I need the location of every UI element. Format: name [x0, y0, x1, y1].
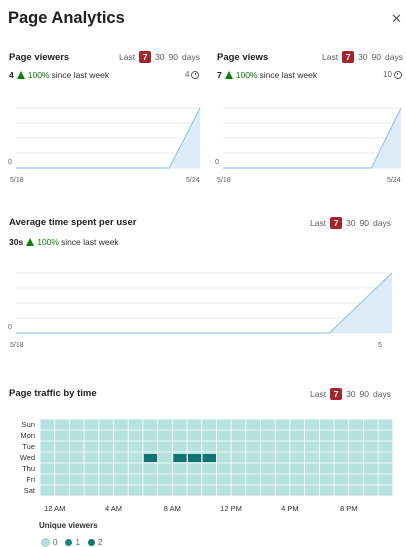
traffic-heatmap: Sun Mon Tue Wed Thu Fri Sat 12 AM 4 AM 8 AM 12 PM 4…: [20, 418, 394, 513]
x-tick-label: 5/24: [387, 177, 401, 184]
views-since: since last week: [259, 70, 318, 80]
legend-item-1: 1: [65, 538, 80, 547]
range-suffix: days: [373, 218, 391, 228]
legend-swatch: [41, 538, 50, 547]
avgtime-chart: 0 5/18 5: [8, 272, 393, 349]
heatmap-cell: [173, 454, 187, 462]
views-count: 10: [383, 70, 402, 79]
day-label: Sun: [22, 420, 35, 429]
hour-label: 8 PM: [340, 504, 358, 513]
range-prefix: Last: [310, 389, 327, 399]
range-prefix: Last: [322, 52, 339, 62]
viewers-stat: 4 100% since last week: [9, 70, 109, 80]
legend-label: 2: [97, 538, 103, 547]
day-label: Mon: [20, 431, 35, 440]
viewers-since: since last week: [51, 70, 110, 80]
viewers-pct: 100%: [27, 70, 50, 80]
views-chart: 0 5/18 5/24: [215, 107, 402, 184]
avgtime-value: 30s: [9, 237, 24, 247]
range-30-button[interactable]: 30: [155, 52, 164, 62]
range-7-button[interactable]: 7: [342, 51, 355, 63]
heatmap-cell: [188, 454, 202, 462]
range-suffix: days: [373, 389, 391, 399]
range-30-button[interactable]: 30: [346, 218, 355, 228]
heatmap-cell: [202, 454, 217, 462]
viewers-title: Page viewers: [9, 52, 70, 63]
legend-swatch: [65, 539, 73, 546]
range-7-button[interactable]: 7: [330, 217, 343, 229]
legend: 0 1 2: [41, 538, 102, 547]
day-label: Fri: [26, 475, 35, 484]
legend-item-0: 0: [41, 538, 57, 547]
range-30-button[interactable]: 30: [346, 389, 355, 399]
views-range: Last 7 30 90 days: [322, 51, 403, 63]
day-label: Sat: [24, 486, 36, 495]
traffic-range: Last 7 30 90 days: [310, 388, 391, 400]
y-tick-label: 0: [8, 324, 12, 331]
viewers-range: Last 7 30 90 days: [119, 51, 200, 63]
legend-item-2: 2: [87, 538, 103, 547]
hour-label: 4 PM: [281, 504, 299, 513]
y-tick-label: 0: [8, 159, 12, 166]
x-tick-label: 5/18: [217, 177, 231, 184]
range-90-button[interactable]: 90: [169, 52, 178, 62]
range-90-button[interactable]: 90: [360, 218, 369, 228]
hour-label: 12 PM: [220, 504, 242, 513]
legend-title: Unique viewers: [39, 521, 98, 530]
day-label: Thu: [22, 464, 35, 473]
viewers-chart: 0 5/18 5/24: [8, 107, 201, 184]
day-label: Wed: [20, 453, 35, 462]
hour-label: 4 AM: [105, 504, 122, 513]
range-7-button[interactable]: 7: [330, 388, 343, 400]
viewers-value: 4: [9, 70, 14, 80]
traffic-title: Page traffic by time: [9, 388, 97, 399]
range-90-button[interactable]: 90: [372, 52, 381, 62]
page-title: Page Analytics: [8, 9, 125, 27]
hour-label: 12 AM: [44, 504, 65, 513]
clock-icon: [191, 70, 200, 79]
views-stat: 7 100% since last week: [217, 70, 317, 80]
avgtime-stat: 30s 100% since last week: [9, 237, 119, 247]
legend-label: 0: [53, 538, 58, 547]
range-prefix: Last: [310, 218, 327, 228]
avgtime-title: Average time spent per user: [9, 217, 137, 228]
viewers-count-value: 4: [185, 70, 190, 79]
views-title: Page views: [217, 52, 269, 63]
x-tick-label: 5/18: [10, 342, 24, 349]
x-tick-label: 5/18: [10, 177, 24, 184]
legend-swatch: [87, 539, 95, 546]
up-arrow-icon: [16, 71, 25, 79]
hour-label: 8 AM: [164, 504, 181, 513]
range-90-button[interactable]: 90: [360, 389, 369, 399]
range-prefix: Last: [119, 52, 136, 62]
range-7-button[interactable]: 7: [139, 51, 152, 63]
y-tick-label: 0: [215, 159, 219, 166]
x-tick-label: 5/24: [186, 177, 200, 184]
range-suffix: days: [385, 52, 403, 62]
up-arrow-icon: [26, 238, 35, 246]
avgtime-pct: 100%: [37, 237, 59, 247]
viewers-count: 4: [185, 70, 200, 79]
range-30-button[interactable]: 30: [358, 52, 367, 62]
views-value: 7: [217, 70, 222, 80]
legend-label: 1: [75, 538, 80, 547]
avgtime-range: Last 7 30 90 days: [310, 217, 391, 229]
range-suffix: days: [182, 52, 200, 62]
x-tick-label: 5: [378, 342, 382, 349]
heatmap-cell: [143, 454, 158, 462]
clock-icon: [393, 70, 402, 79]
views-pct: 100%: [235, 70, 258, 80]
views-count-value: 10: [383, 70, 392, 79]
day-label: Tue: [22, 442, 35, 451]
avgtime-since: since last week: [60, 237, 119, 247]
up-arrow-icon: [224, 71, 233, 79]
close-icon[interactable]: ✕: [391, 12, 404, 25]
